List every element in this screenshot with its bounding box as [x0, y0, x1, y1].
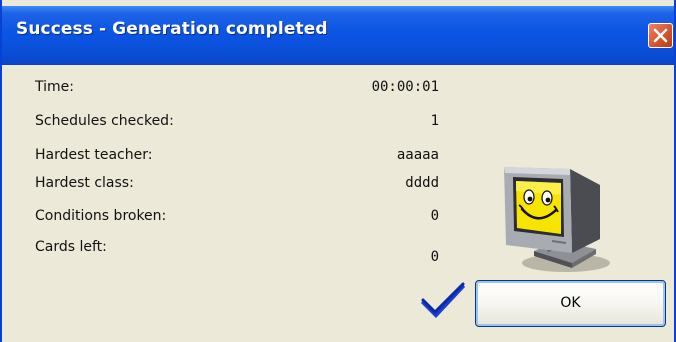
stat-label: Time:: [35, 79, 74, 95]
close-icon: [653, 28, 668, 43]
stat-value: 0: [430, 208, 439, 224]
stat-row-hardest-class: Hardest class: dddd: [35, 175, 455, 195]
title-bar[interactable]: Success - Generation completed: [2, 6, 674, 65]
stat-row-time: Time: 00:00:01: [35, 79, 455, 99]
dialog-body: Time: 00:00:01 Schedules checked: 1 Hard…: [2, 65, 674, 342]
stat-label: Cards left:: [35, 239, 107, 255]
stat-value: dddd: [405, 175, 439, 191]
ok-button-label: OK: [560, 295, 581, 311]
stat-value: 00:00:01: [371, 79, 439, 95]
stat-row-conditions-broken: Conditions broken: 0: [35, 208, 455, 228]
stat-row-cards-left: Cards left: 0: [35, 239, 455, 265]
stat-value: 1: [430, 113, 439, 129]
stat-value: aaaaa: [396, 147, 439, 163]
stat-label: Hardest teacher:: [35, 147, 153, 163]
stat-value: 0: [430, 249, 439, 265]
stat-row-hardest-teacher: Hardest teacher: aaaaa: [35, 147, 455, 167]
dialog-title: Success - Generation completed: [16, 19, 328, 39]
stat-label: Schedules checked:: [35, 113, 174, 129]
smiling-monitor-icon: [504, 167, 610, 272]
dialog-window: Success - Generation completed Time: 00:…: [0, 0, 676, 342]
close-button[interactable]: [648, 23, 673, 48]
checkmark-icon: [421, 282, 465, 318]
stat-label: Hardest class:: [35, 175, 134, 191]
stat-label: Conditions broken:: [35, 208, 167, 224]
ok-button[interactable]: OK: [475, 280, 666, 327]
stat-row-schedules-checked: Schedules checked: 1: [35, 113, 455, 133]
